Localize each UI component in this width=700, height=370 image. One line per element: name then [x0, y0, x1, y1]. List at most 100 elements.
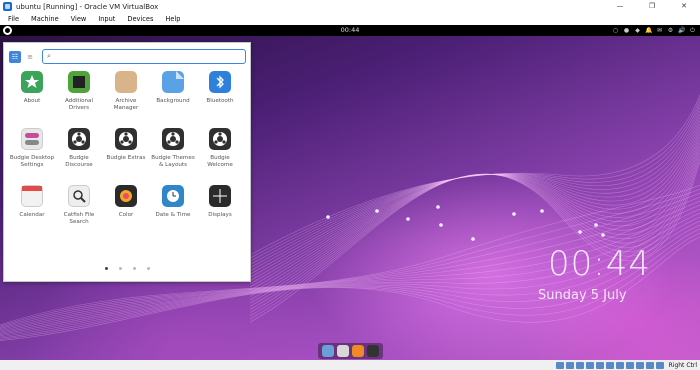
power-icon[interactable]: ⏻: [689, 27, 696, 34]
notification-icon[interactable]: 🔔: [645, 27, 652, 34]
minimize-button[interactable]: —: [604, 0, 636, 13]
mail-icon[interactable]: ✉: [656, 27, 663, 34]
app-label: Budgie Desktop Settings: [9, 155, 55, 168]
budgie-icon: [162, 128, 184, 150]
desktop-clock-time: 00:44: [548, 244, 651, 284]
files-dock-icon[interactable]: [337, 345, 349, 357]
page-dot[interactable]: [146, 267, 150, 270]
menu-input[interactable]: Input: [98, 15, 115, 23]
app-launcher[interactable]: Budgie Extras: [103, 128, 149, 162]
search-icon: ⌕: [47, 52, 51, 60]
app-launcher[interactable]: Budgie Discourse: [56, 128, 102, 169]
app-launcher[interactable]: Background: [150, 71, 196, 105]
app-launcher[interactable]: Bluetooth: [197, 71, 243, 105]
app-launcher[interactable]: Calendar: [9, 185, 55, 219]
tray-diamond-icon[interactable]: ◆: [634, 27, 641, 34]
close-button[interactable]: ✕: [668, 0, 700, 13]
window-titlebar: ubuntu [Running] - Oracle VM VirtualBox …: [0, 0, 700, 13]
mouse-integration-icon[interactable]: [645, 361, 654, 369]
budgie-icon: [68, 128, 90, 150]
budgie-icon: [209, 128, 231, 150]
tray-circle-icon[interactable]: ○: [612, 27, 619, 34]
tray-dot-icon[interactable]: ●: [623, 27, 630, 34]
shared-folder-status-icon[interactable]: [605, 361, 614, 369]
app-launcher[interactable]: Date & Time: [150, 185, 196, 219]
app-label: Bluetooth: [206, 98, 234, 104]
app-launcher[interactable]: Catfish File Search: [56, 185, 102, 226]
display-icon: [209, 185, 231, 207]
terminal-dock-icon[interactable]: [367, 345, 379, 357]
vbox-statusbar: Right Ctrl: [0, 360, 700, 370]
firefox-dock-icon[interactable]: [352, 345, 364, 357]
calendar-icon: [21, 185, 43, 207]
recording-status-icon[interactable]: [625, 361, 634, 369]
app-label: Budgie Welcome: [207, 155, 233, 168]
optical-status-icon[interactable]: [565, 361, 574, 369]
list-view-icon[interactable]: ≡: [24, 51, 36, 63]
app-label: Calendar: [19, 212, 45, 218]
search-box[interactable]: ⌕: [42, 49, 246, 64]
app-label: Budgie Themes & Layouts: [151, 155, 195, 168]
volume-icon[interactable]: 🔊: [678, 27, 685, 34]
page-dot[interactable]: [118, 267, 122, 270]
display-status-icon[interactable]: [615, 361, 624, 369]
archive-icon: [115, 71, 137, 93]
app-launcher[interactable]: About: [9, 71, 55, 105]
app-label: About: [23, 98, 41, 104]
page-dot[interactable]: [132, 267, 136, 270]
guest-desktop: 00:44 ○ ● ◆ 🔔 ✉ ⚙ 🔊 ⏻ 00:44 Sunday 5 Jul…: [0, 25, 700, 360]
network-status-icon[interactable]: [585, 361, 594, 369]
app-launcher[interactable]: Budgie Welcome: [197, 128, 243, 169]
page-indicator: [4, 267, 250, 270]
desktop-clock-date: Sunday 5 July: [538, 288, 627, 303]
background-icon: [162, 71, 184, 93]
chip-icon: [68, 71, 90, 93]
menubar: File Machine View Input Devices Help: [0, 13, 700, 25]
grid-view-icon[interactable]: ☷: [9, 51, 21, 63]
budgie-icon: [115, 128, 137, 150]
app-label: Budgie Discourse: [65, 155, 93, 168]
app-label: Color: [118, 212, 134, 218]
menu-machine[interactable]: Machine: [31, 15, 59, 23]
app-launcher[interactable]: Displays: [197, 185, 243, 219]
panel-clock[interactable]: 00:44: [0, 26, 700, 34]
settings-icon[interactable]: ⚙: [667, 27, 674, 34]
system-tray: ○ ● ◆ 🔔 ✉ ⚙ 🔊 ⏻: [612, 27, 696, 34]
menu-file[interactable]: File: [8, 15, 19, 23]
app-label: Displays: [208, 212, 232, 218]
bluetooth-icon: [209, 71, 231, 93]
budgie-app-menu: ☷ ≡ ⌕ About Additional Drivers Archive Man…: [3, 42, 251, 282]
dock: [318, 343, 383, 359]
app-label: Background: [156, 98, 190, 104]
page-dot[interactable]: [104, 267, 108, 270]
budgie-dock-icon[interactable]: [322, 345, 334, 357]
app-launcher[interactable]: Archive Manager: [103, 71, 149, 112]
toggle-icon: [21, 128, 43, 150]
app-launcher[interactable]: Additional Drivers: [56, 71, 102, 112]
search-input[interactable]: [52, 53, 233, 60]
about-icon: [21, 71, 43, 93]
menu-devices[interactable]: Devices: [127, 15, 153, 23]
restore-button[interactable]: ❐: [636, 0, 668, 13]
window-title: ubuntu [Running] - Oracle VM VirtualBox: [16, 2, 159, 11]
clock-icon: [162, 185, 184, 207]
virtualbox-icon: [3, 2, 12, 11]
audio-status-icon[interactable]: [575, 361, 584, 369]
usb-status-icon[interactable]: [595, 361, 604, 369]
app-label: Additional Drivers: [64, 98, 94, 111]
menu-view[interactable]: View: [71, 15, 87, 23]
app-launcher[interactable]: Budgie Desktop Settings: [9, 128, 55, 169]
app-label: Budgie Extras: [106, 155, 146, 161]
app-launcher[interactable]: Color: [103, 185, 149, 219]
cpu-status-icon[interactable]: [635, 361, 644, 369]
keyboard-capture-icon[interactable]: [655, 361, 664, 369]
color-icon: [115, 185, 137, 207]
app-label: Catfish File Search: [63, 212, 95, 225]
host-key-label: Right Ctrl: [668, 361, 697, 369]
top-panel: 00:44 ○ ● ◆ 🔔 ✉ ⚙ 🔊 ⏻: [0, 25, 700, 36]
menu-help[interactable]: Help: [165, 15, 180, 23]
app-launcher[interactable]: Budgie Themes & Layouts: [150, 128, 196, 169]
hdd-status-icon[interactable]: [555, 361, 564, 369]
app-label: Date & Time: [155, 212, 191, 218]
magnifier-icon: [68, 185, 90, 207]
